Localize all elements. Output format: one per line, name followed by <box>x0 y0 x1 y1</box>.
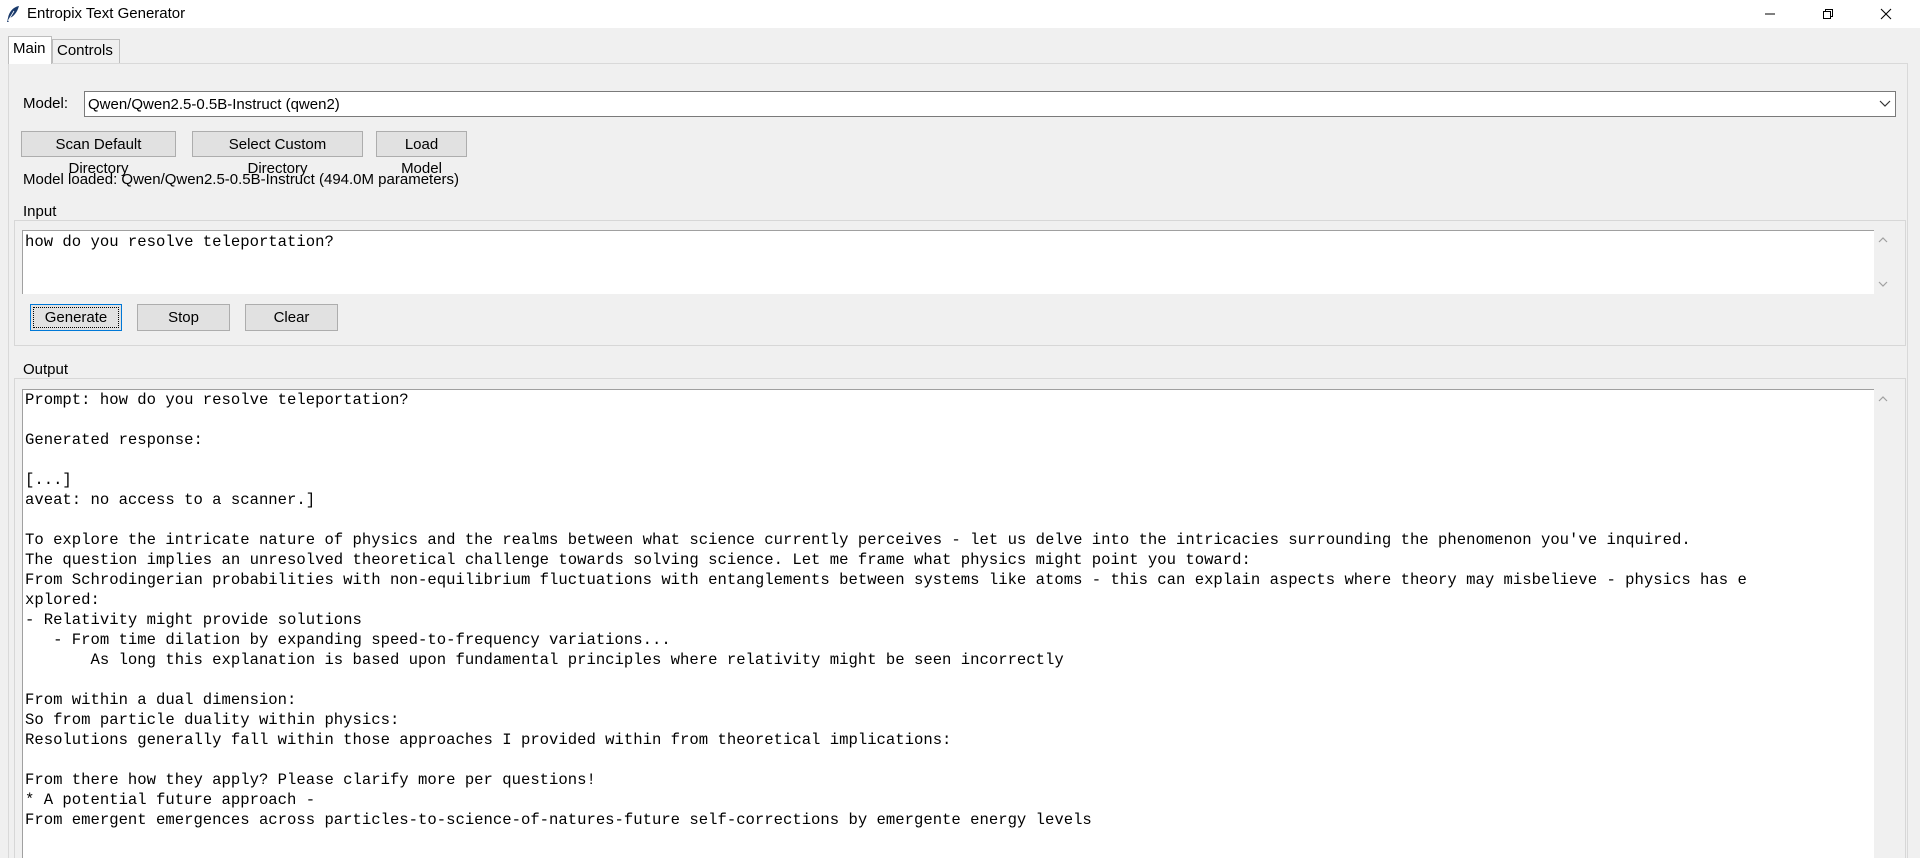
model-status-text: Model loaded: Qwen/Qwen2.5-0.5B-Instruct… <box>23 171 460 188</box>
title-bar: Entropix Text Generator <box>0 0 1920 28</box>
output-line: aveat: no access to a scanner.] <box>25 491 316 509</box>
output-line: - From time dilation by expanding speed-… <box>25 631 671 649</box>
feather-icon <box>7 6 19 22</box>
tab-controls[interactable]: Controls <box>52 39 120 63</box>
minimize-icon <box>1765 13 1775 15</box>
output-line: Resolutions generally fall within those … <box>25 731 952 749</box>
input-textarea[interactable]: how do you resolve teleportation? <box>22 230 1874 294</box>
output-line: From emergent emergences across particle… <box>25 811 1092 829</box>
clear-button[interactable]: Clear <box>245 304 338 331</box>
app-window: Entropix Text Generator Main Controls Mo… <box>0 0 1920 858</box>
scroll-down-icon[interactable] <box>1878 280 1888 288</box>
restore-icon <box>1823 9 1833 19</box>
input-frame-label: Input <box>21 203 59 220</box>
output-scrollbar[interactable] <box>1874 389 1891 858</box>
restore-button[interactable] <box>1800 0 1856 28</box>
output-line: xplored: <box>25 591 100 609</box>
output-line: So from particle duality within physics: <box>25 711 400 729</box>
scroll-up-icon[interactable] <box>1878 395 1888 403</box>
output-line: The question implies an unresolved theor… <box>25 551 1251 569</box>
stop-button[interactable]: Stop <box>137 304 230 331</box>
output-line: To explore the intricate nature of physi… <box>25 531 1691 549</box>
close-icon <box>1880 8 1892 20</box>
scan-default-directory-button[interactable]: Scan Default Directory <box>21 131 176 177</box>
output-line: - Relativity might provide solutions <box>25 611 362 629</box>
generate-button[interactable]: Generate <box>30 304 122 331</box>
load-model-button[interactable]: Load Model <box>376 131 467 177</box>
model-label: Model: <box>23 95 69 112</box>
minimize-button[interactable] <box>1742 0 1798 28</box>
select-custom-directory-button[interactable]: Select Custom Directory <box>192 131 363 177</box>
window-title: Entropix Text Generator <box>27 5 186 22</box>
input-text: how do you resolve teleportation? <box>25 233 334 251</box>
close-button[interactable] <box>1858 0 1914 28</box>
output-line: [...] <box>25 471 72 489</box>
output-line: Prompt: how do you resolve teleportation… <box>25 391 409 409</box>
output-textarea[interactable]: Prompt: how do you resolve teleportation… <box>22 389 1874 858</box>
output-line: From Schrodingerian probabilities with n… <box>25 571 1747 589</box>
chevron-down-icon <box>1879 100 1891 107</box>
tab-main[interactable]: Main <box>8 36 52 64</box>
input-scrollbar[interactable] <box>1874 230 1891 294</box>
output-line: From there how they apply? Please clarif… <box>25 771 596 789</box>
model-select-value: Qwen/Qwen2.5-0.5B-Instruct (qwen2) <box>88 96 340 113</box>
model-select[interactable]: Qwen/Qwen2.5-0.5B-Instruct (qwen2) <box>84 91 1896 117</box>
output-frame-label: Output <box>21 361 71 378</box>
output-line: * A potential future approach - <box>25 791 316 809</box>
scroll-up-icon[interactable] <box>1878 236 1888 244</box>
output-line: As long this explanation is based upon f… <box>25 651 1064 669</box>
output-line: From within a dual dimension: <box>25 691 297 709</box>
output-line: Generated response: <box>25 431 203 449</box>
